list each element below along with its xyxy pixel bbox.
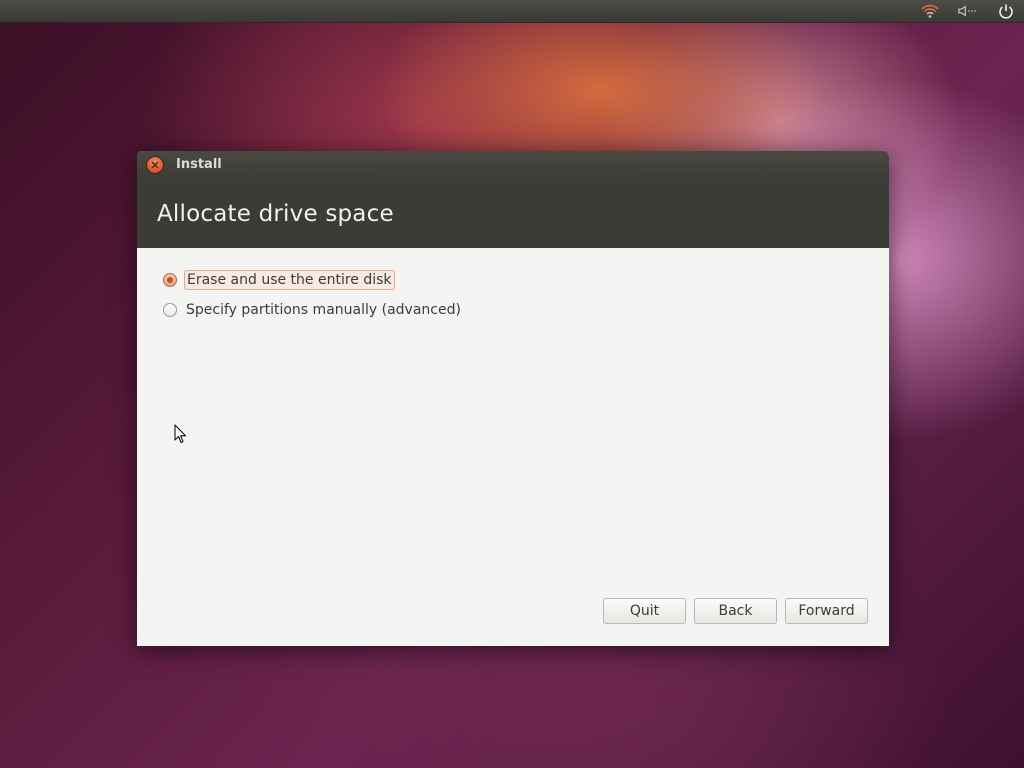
back-button[interactable]: Back [694,598,777,624]
button-row: Quit Back Forward [603,598,868,624]
network-wireless-icon[interactable] [920,1,940,21]
window-titlebar[interactable]: Install [137,151,889,179]
content-area: Erase and use the entire disk Specify pa… [137,248,889,646]
window-title: Install [176,157,222,172]
option-manual-partitions[interactable]: Specify partitions manually (advanced) [163,299,463,321]
power-icon[interactable] [996,1,1016,21]
installer-window: Install Allocate drive space Erase and u… [137,151,889,646]
header-banner: Allocate drive space [137,179,889,248]
top-panel [0,0,1024,23]
forward-button[interactable]: Forward [785,598,868,624]
volume-icon[interactable] [958,1,978,21]
panel-indicators [920,0,1016,22]
option-manual-partitions-label[interactable]: Specify partitions manually (advanced) [184,301,463,319]
close-window-button[interactable] [147,157,163,173]
page-title: Allocate drive space [157,201,394,227]
quit-button[interactable]: Quit [603,598,686,624]
close-icon [151,161,159,169]
mouse-cursor-icon [174,424,187,444]
radio-erase-disk[interactable] [163,273,177,287]
option-erase-disk[interactable]: Erase and use the entire disk [163,269,395,291]
radio-manual-partitions[interactable] [163,303,177,317]
option-erase-disk-label[interactable]: Erase and use the entire disk [184,270,395,290]
